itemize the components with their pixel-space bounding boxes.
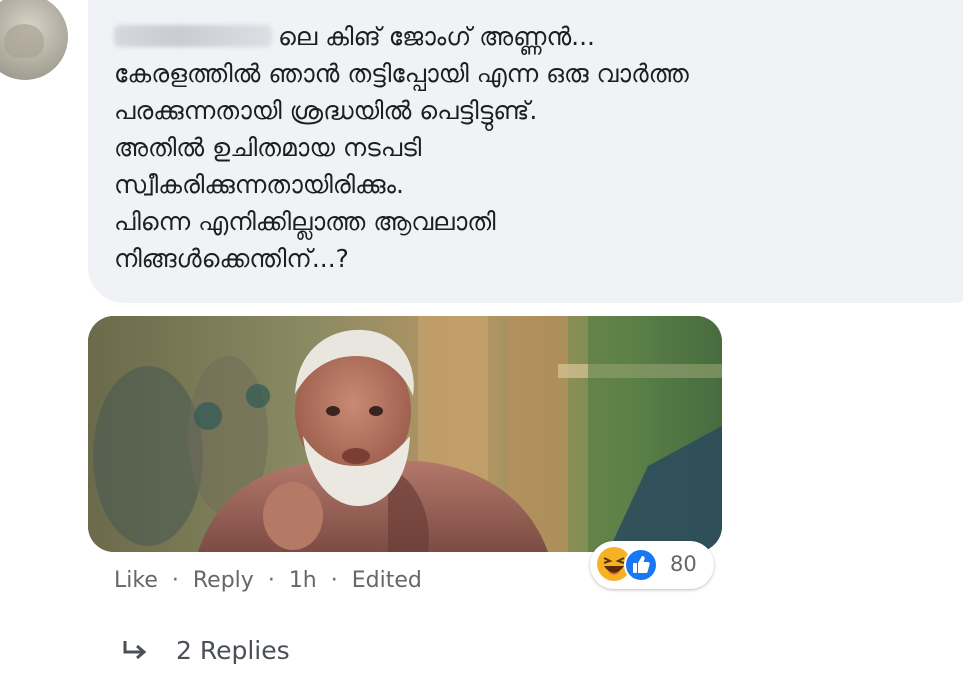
comment-text-line: പരക്കുന്നതായി ശ്രദ്ധയിൽ പെട്ടിട്ടുണ്ട്. — [114, 96, 538, 125]
avatar[interactable] — [0, 0, 68, 80]
timestamp[interactable]: 1h — [289, 568, 317, 593]
attached-image[interactable] — [88, 316, 722, 552]
reaction-summary[interactable]: 80 — [590, 541, 714, 589]
comment-text-line: നിങ്ങൾക്കെന്തിന്...? — [114, 244, 349, 273]
separator: · — [267, 568, 275, 593]
edited-label: Edited — [351, 568, 422, 593]
comment-actions: Like · Reply · 1h · Edited — [114, 568, 422, 593]
redacted-author-name[interactable] — [114, 25, 272, 47]
like-button[interactable]: Like — [114, 568, 158, 593]
comment-text-line: പിന്നെ എനിക്കില്ലാത്ത ആവലാതി — [114, 207, 496, 236]
reply-button[interactable]: Reply — [193, 568, 254, 593]
like-icon — [624, 548, 658, 582]
comment-text-line: ലെ കിങ് ജോംഗ് അണ്ണൻ... — [278, 22, 596, 51]
separator: · — [330, 568, 338, 593]
reaction-count: 80 — [670, 552, 697, 576]
old-man-movie-still — [88, 316, 722, 552]
comment-body: ലെ കിങ് ജോംഗ് അണ്ണൻ... കേരളത്തിൽ ഞാൻ തട്… — [114, 18, 963, 277]
comment-text-line: കേരളത്തിൽ ഞാൻ തട്ടിപ്പോയി എന്ന ഒരു വാർത്… — [114, 59, 689, 88]
separator: · — [171, 568, 179, 593]
comment-line-1: ലെ കിങ് ജോംഗ് അണ്ണൻ... — [114, 18, 963, 55]
comment-text-line: സ്വീകരിക്കുന്നതായിരിക്കും. — [114, 170, 404, 199]
reply-arrow-icon — [123, 641, 147, 660]
replies-count-label: 2 Replies — [176, 636, 290, 665]
comment-text-line: അതിൽ ഉചിതമായ നടപടി — [114, 133, 422, 162]
comment-thread: ലെ കിങ് ജോംഗ് അണ്ണൻ... കേരളത്തിൽ ഞാൻ തട്… — [0, 0, 963, 681]
view-replies-link[interactable]: 2 Replies — [120, 636, 290, 665]
